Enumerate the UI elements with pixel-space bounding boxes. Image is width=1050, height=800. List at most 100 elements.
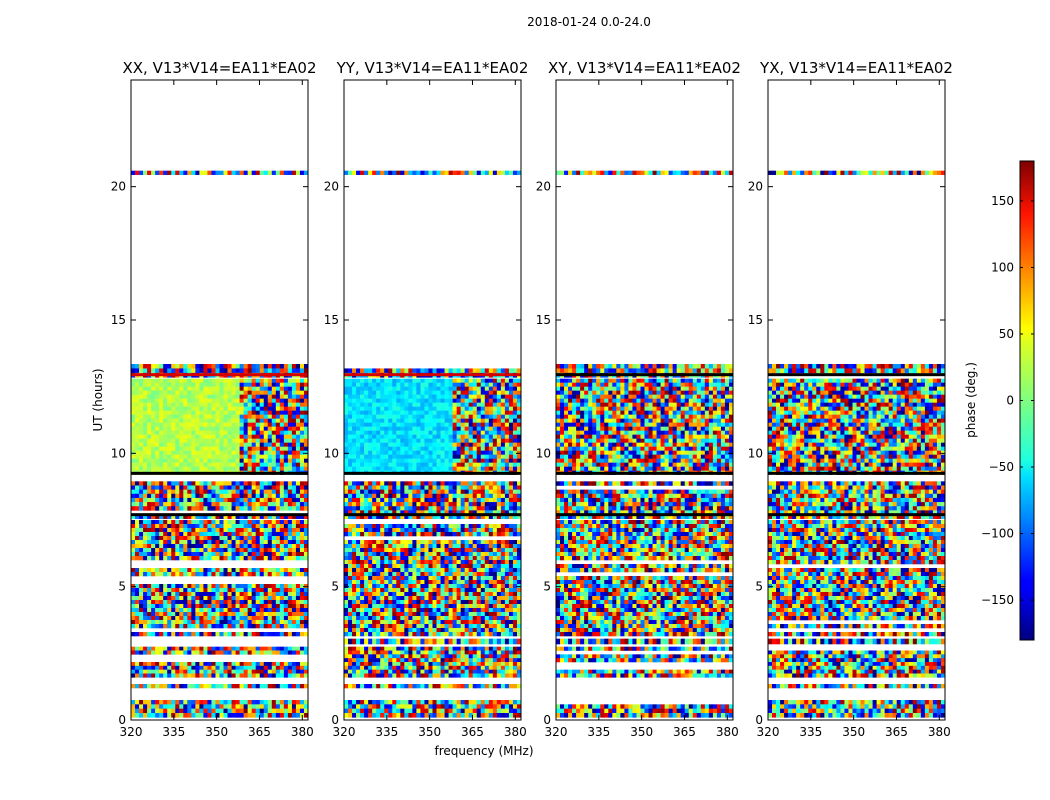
heatmap-cell [380, 552, 385, 557]
heatmap-cell [408, 528, 413, 533]
heatmap-cell [267, 544, 273, 549]
heatmap-cell [404, 528, 409, 533]
heatmap-cell [219, 596, 224, 601]
heatmap-cell [207, 466, 212, 471]
heatmap-cell [291, 548, 297, 553]
heatmap-cell [472, 620, 478, 625]
heatmap-cell [179, 502, 184, 507]
heatmap-cell [235, 708, 240, 714]
heatmap-cell [251, 414, 256, 419]
heatmap-cell [384, 556, 389, 561]
heatmap-cell [227, 588, 232, 593]
heatmap-cell [219, 368, 224, 374]
heatmap-cell [199, 604, 204, 609]
heatmap-cell [376, 620, 381, 625]
heatmap-cell [512, 700, 518, 705]
heatmap-cell [396, 620, 401, 625]
heatmap-cell [255, 466, 261, 471]
heatmap-cell [171, 485, 176, 490]
heatmap-cell [500, 669, 506, 674]
heatmap-cell [299, 493, 305, 499]
heatmap-cell [372, 580, 377, 585]
heatmap-cell [235, 700, 240, 705]
heatmap-cell [147, 673, 152, 678]
heatmap-cell [360, 612, 365, 617]
heatmap-cell [223, 708, 228, 714]
heatmap-cell [440, 658, 445, 663]
heatmap-cell [247, 708, 252, 714]
heatmap-cell [231, 524, 236, 529]
heatmap-cell [356, 596, 361, 601]
heatmap-cell [275, 608, 281, 613]
heatmap-cell [412, 544, 417, 549]
heatmap-cell [372, 684, 377, 689]
heatmap-cell [207, 592, 212, 597]
heatmap-cell [195, 422, 200, 427]
heatmap-cell [167, 481, 172, 486]
heatmap-cell [275, 528, 281, 533]
heatmap-cell [147, 458, 152, 463]
heatmap-cell [448, 481, 453, 486]
heatmap-cell [488, 584, 494, 589]
heatmap-cell [155, 406, 160, 411]
heatmap-cell [211, 669, 216, 674]
heatmap-cell [151, 466, 156, 471]
heatmap-cell [360, 528, 365, 533]
heatmap-cell [448, 624, 453, 629]
heatmap-cell [408, 580, 413, 585]
heatmap-cell [480, 704, 486, 709]
heatmap-cell [207, 528, 212, 533]
heatmap-cell [283, 548, 289, 553]
heatmap-cell [283, 426, 289, 431]
heatmap-cell [243, 442, 248, 447]
heatmap-cell [199, 552, 204, 557]
heatmap-cell [488, 673, 494, 678]
heatmap-cell [239, 608, 244, 613]
heatmap-cell [412, 584, 417, 589]
heatmap-cell [500, 576, 506, 581]
heatmap-cell [139, 426, 144, 431]
heatmap-cell [251, 485, 256, 490]
heatmap-cell [179, 646, 184, 651]
heatmap-cell [143, 673, 148, 678]
heatmap-cell [388, 669, 393, 674]
heatmap-cell [291, 612, 297, 617]
heatmap-cell [271, 398, 277, 403]
heatmap-cell [215, 556, 220, 561]
heatmap-cell [416, 624, 421, 629]
heatmap-cell [239, 700, 244, 705]
heatmap-cell [452, 684, 457, 689]
heatmap-cell [223, 446, 228, 451]
heatmap-cell [187, 608, 192, 613]
heatmap-cell [275, 430, 281, 435]
heatmap-cell [135, 650, 140, 655]
heatmap-cell [171, 489, 176, 495]
heatmap-cell [183, 406, 188, 411]
heatmap-cell [464, 532, 469, 537]
heatmap-cell [175, 673, 180, 678]
heatmap-cell [476, 576, 482, 581]
heatmap-cell [279, 382, 285, 387]
heatmap-cell [243, 406, 248, 411]
heatmap-cell [496, 564, 502, 569]
heatmap-cell [476, 548, 482, 553]
heatmap-cell [187, 450, 192, 455]
heatmap-cell [215, 620, 220, 625]
heatmap-cell [235, 596, 240, 601]
heatmap-cell [131, 612, 136, 617]
heatmap-cell [452, 568, 457, 573]
heatmap-cell [167, 608, 172, 613]
heatmap-cell [187, 673, 192, 678]
heatmap-cell [167, 520, 172, 525]
heatmap-cell [460, 580, 465, 585]
heatmap-cell [496, 673, 502, 678]
heatmap-cell [384, 608, 389, 613]
heatmap-cell [159, 544, 164, 549]
heatmap-cell [508, 632, 514, 637]
heatmap-cell [215, 462, 220, 467]
heatmap-cell [360, 713, 365, 718]
heatmap-cell [195, 382, 200, 387]
heatmap-cell [167, 458, 172, 463]
heatmap-cell [187, 592, 192, 597]
heatmap-cell [384, 540, 389, 545]
